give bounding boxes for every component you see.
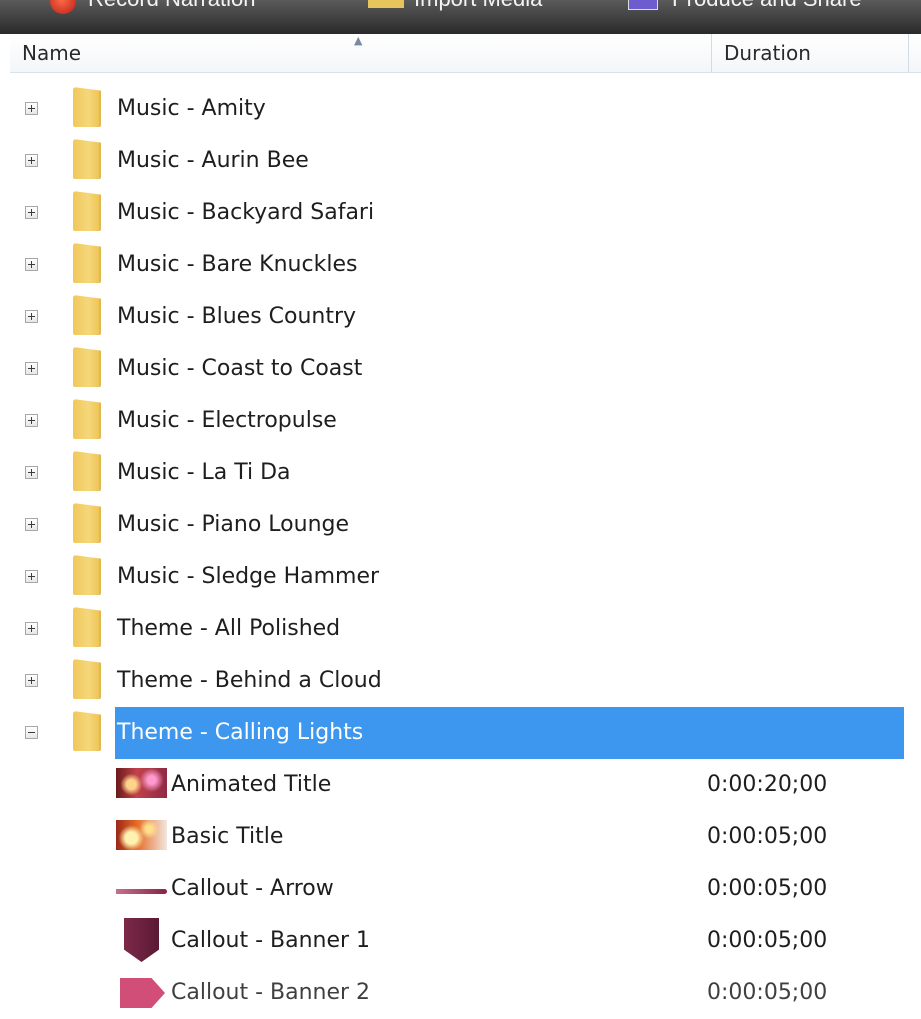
folder-row[interactable]: Theme - All Polished xyxy=(0,603,921,655)
folder-row-selected[interactable]: Theme - Calling Lights xyxy=(0,707,921,759)
folder-icon xyxy=(73,191,101,231)
folder-label: Music - Blues Country xyxy=(117,304,357,329)
media-item-duration: 0:00:05;00 xyxy=(707,928,828,953)
folder-icon xyxy=(73,347,101,387)
folder-label: Music - Bare Knuckles xyxy=(117,252,358,277)
column-header: Name ▲ Duration xyxy=(10,34,921,73)
folder-icon xyxy=(73,399,101,439)
folder-label: Music - Amity xyxy=(117,96,266,121)
folder-label: Music - Coast to Coast xyxy=(117,356,363,381)
folder-icon xyxy=(73,243,101,283)
callout-arrow-thumbnail xyxy=(116,872,167,902)
column-divider[interactable] xyxy=(908,34,909,72)
folder-row[interactable]: Music - Electropulse xyxy=(0,395,921,447)
media-item-label: Basic Title xyxy=(171,824,284,849)
media-item-label: Callout - Banner 2 xyxy=(171,980,371,1005)
media-item-duration: 0:00:05;00 xyxy=(707,876,828,901)
media-item-row[interactable]: Callout - Banner 2 0:00:05;00 xyxy=(0,967,921,1019)
media-item-duration: 0:00:05;00 xyxy=(707,980,828,1005)
media-item-duration: 0:00:05;00 xyxy=(707,824,828,849)
folder-icon xyxy=(73,711,101,751)
media-item-row[interactable]: Callout - Banner 1 0:00:05;00 xyxy=(0,915,921,967)
media-item-duration: 0:00:20;00 xyxy=(707,772,828,797)
folder-label: Music - Backyard Safari xyxy=(117,200,375,225)
column-divider[interactable] xyxy=(711,34,712,72)
folder-icon xyxy=(73,451,101,491)
folder-label: Music - Electropulse xyxy=(117,408,337,433)
media-item-row[interactable]: Callout - Arrow 0:00:05;00 xyxy=(0,863,921,915)
top-toolbar: Record Narration Import Media Produce an… xyxy=(0,0,921,34)
toolbar-record-narration[interactable]: Record Narration xyxy=(88,0,256,12)
tree-view: Music - Amity Music - Aurin Bee Music - … xyxy=(0,83,921,1019)
folder-icon xyxy=(73,607,101,647)
sort-ascending-icon: ▲ xyxy=(354,34,363,47)
callout-banner-thumbnail xyxy=(116,976,167,1006)
expand-icon[interactable] xyxy=(25,154,38,167)
expand-icon[interactable] xyxy=(25,570,38,583)
folder-icon xyxy=(73,555,101,595)
folder-row[interactable]: Music - Sledge Hammer xyxy=(0,551,921,603)
folder-label: Theme - Behind a Cloud xyxy=(117,668,382,693)
expand-icon[interactable] xyxy=(25,414,38,427)
folder-label: Music - Piano Lounge xyxy=(117,512,350,537)
folder-label: Music - La Ti Da xyxy=(117,460,291,485)
folder-label: Theme - All Polished xyxy=(117,616,341,641)
expand-icon[interactable] xyxy=(25,310,38,323)
duration-column-header[interactable]: Duration xyxy=(724,41,811,65)
expand-icon[interactable] xyxy=(25,674,38,687)
expand-icon[interactable] xyxy=(25,206,38,219)
expand-icon[interactable] xyxy=(25,102,38,115)
expand-icon[interactable] xyxy=(25,258,38,271)
expand-icon[interactable] xyxy=(25,518,38,531)
folder-icon xyxy=(73,139,101,179)
folder-row[interactable]: Music - Blues Country xyxy=(0,291,921,343)
folder-row[interactable]: Music - Amity xyxy=(0,83,921,135)
media-item-row[interactable]: Basic Title 0:00:05;00 xyxy=(0,811,921,863)
folder-row[interactable]: Music - Piano Lounge xyxy=(0,499,921,551)
record-icon[interactable] xyxy=(50,0,76,14)
animated-title-thumbnail xyxy=(116,768,167,798)
callout-banner-thumbnail xyxy=(116,924,167,954)
folder-icon xyxy=(368,0,404,8)
name-column-header[interactable]: Name xyxy=(22,41,81,65)
expand-icon[interactable] xyxy=(25,622,38,635)
expand-icon[interactable] xyxy=(25,466,38,479)
media-item-row[interactable]: Animated Title 0:00:20;00 xyxy=(0,759,921,811)
basic-title-thumbnail xyxy=(116,820,167,850)
folder-icon xyxy=(73,295,101,335)
folder-icon xyxy=(73,659,101,699)
folder-label: Music - Aurin Bee xyxy=(117,148,309,173)
media-item-label: Callout - Banner 1 xyxy=(171,928,371,953)
media-item-label: Callout - Arrow xyxy=(171,876,334,901)
folder-label: Music - Sledge Hammer xyxy=(117,564,380,589)
folder-row[interactable]: Music - Aurin Bee xyxy=(0,135,921,187)
media-item-label: Animated Title xyxy=(171,772,332,797)
collapse-icon[interactable] xyxy=(25,726,38,739)
window-icon xyxy=(628,0,658,10)
folder-row[interactable]: Music - Coast to Coast xyxy=(0,343,921,395)
toolbar-produce-share[interactable]: Produce and Share xyxy=(672,0,862,12)
folder-row[interactable]: Music - Backyard Safari xyxy=(0,187,921,239)
toolbar-import-media[interactable]: Import Media xyxy=(414,0,542,12)
folder-row[interactable]: Theme - Behind a Cloud xyxy=(0,655,921,707)
folder-label: Theme - Calling Lights xyxy=(117,720,364,745)
folder-row[interactable]: Music - La Ti Da xyxy=(0,447,921,499)
folder-row[interactable]: Music - Bare Knuckles xyxy=(0,239,921,291)
folder-icon xyxy=(73,503,101,543)
folder-icon xyxy=(73,87,101,127)
expand-icon[interactable] xyxy=(25,362,38,375)
